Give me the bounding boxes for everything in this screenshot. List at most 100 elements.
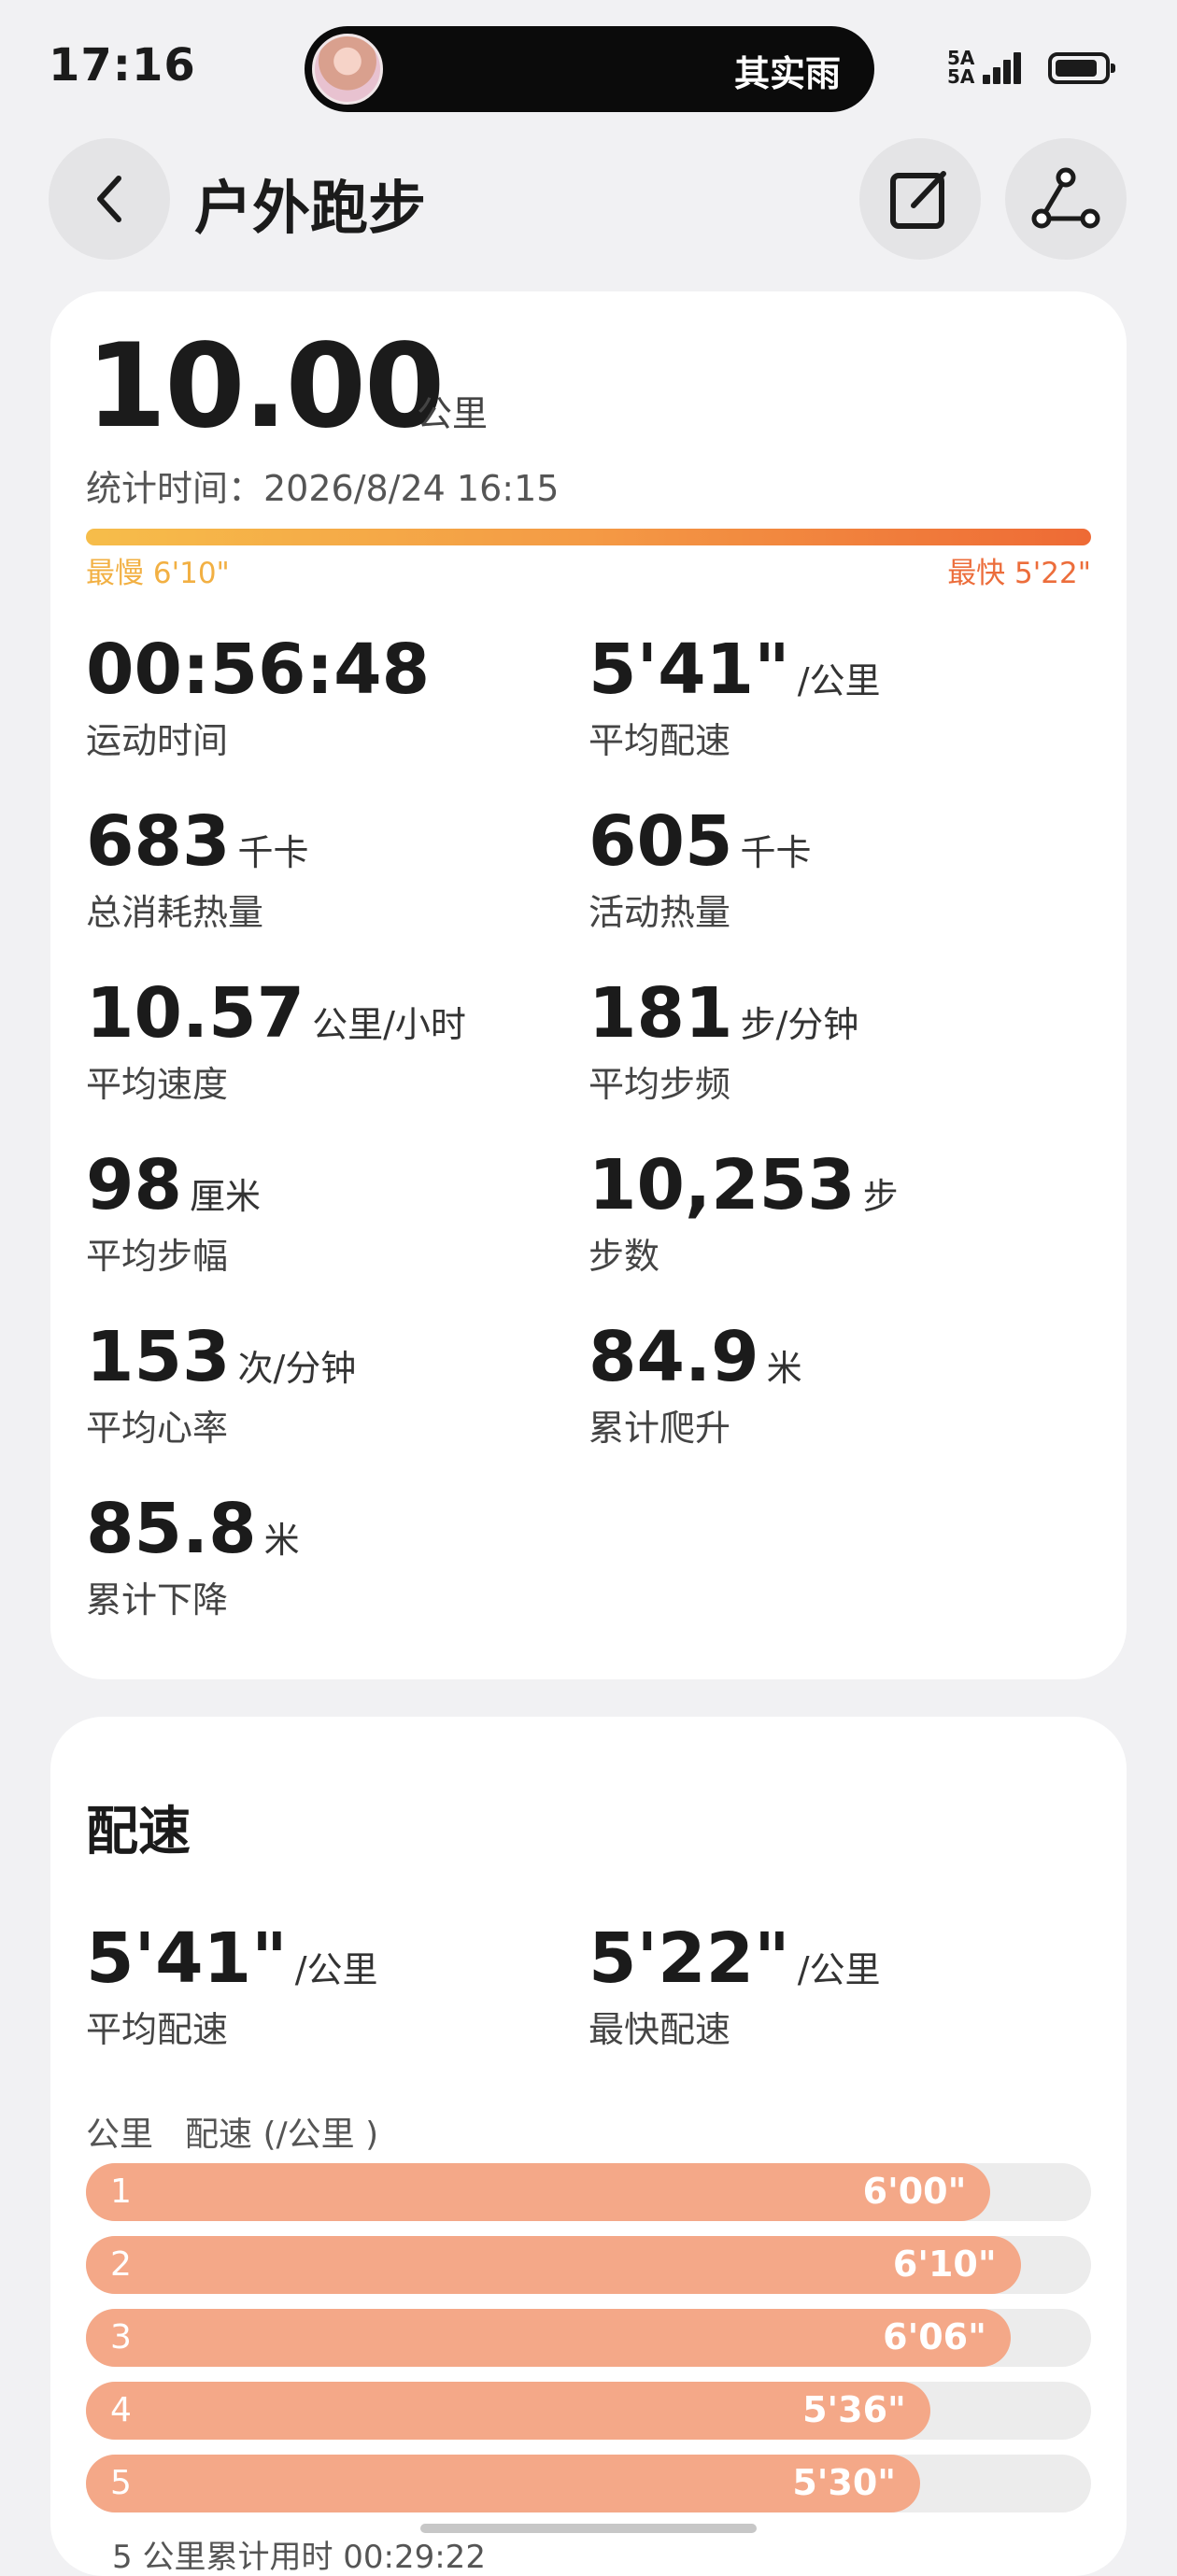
home-indicator	[420, 2524, 757, 2533]
route-button[interactable]	[1005, 138, 1127, 260]
split-row[interactable]: 1 6'00"	[86, 2163, 1091, 2221]
split-pace: 6'06"	[883, 2316, 986, 2357]
metric-label: 平均配速	[86, 2009, 229, 2050]
cumulative-time-note: 5 公里累计用时 00:29:22	[112, 2539, 486, 2576]
metric-unit: 步	[862, 1176, 899, 1217]
summary-card: 10.00 公里 统计时间：2026/8/24 16:15 最慢 6'10" 最…	[50, 291, 1127, 1679]
metric-value: 10,253	[588, 1145, 856, 1225]
metric-value: 5'41"	[86, 1918, 288, 1999]
fastest-pace-label: 最快 5'22"	[947, 557, 1091, 590]
metric-label: 运动时间	[86, 720, 229, 761]
split-pace: 5'36"	[802, 2389, 906, 2430]
split-row[interactable]: 2 6'10"	[86, 2236, 1091, 2294]
stat-time: 统计时间：2026/8/24 16:15	[86, 468, 560, 509]
status-bar: 17:16 其实雨 5A 5A	[0, 0, 1177, 131]
metric-avg-cadence: 181 步/分钟 平均步频	[588, 973, 858, 1107]
route-share-icon	[1031, 167, 1100, 229]
page-title: 户外跑步	[194, 174, 427, 242]
split-row[interactable]: 5 5'30"	[86, 2455, 1091, 2512]
metric-active-calories: 605 千卡 活动热量	[588, 801, 811, 935]
split-pace: 5'30"	[792, 2462, 897, 2503]
pace-card: 配速 5'41"/公里 平均配速 5'22"/公里 最快配速 公里 配速 (/公里…	[50, 1717, 1127, 2576]
split-km: 5	[110, 2464, 132, 2502]
split-fill-bar: 2 6'10"	[86, 2236, 1021, 2294]
split-fill-bar: 1 6'00"	[86, 2163, 991, 2221]
pace-section-title: 配速	[86, 1802, 191, 1862]
metric-value: 00:56:48	[86, 630, 431, 710]
metric-label: 平均速度	[86, 1064, 229, 1105]
metric-steps: 10,253 步 步数	[588, 1145, 899, 1279]
metric-label: 累计下降	[86, 1579, 229, 1621]
metric-duration: 00:56:48 运动时间	[86, 630, 437, 763]
pace-fastest: 5'22"/公里 最快配速	[588, 1918, 881, 2052]
signal-label-2: 5A	[947, 65, 975, 88]
metric-label: 步数	[588, 1236, 660, 1277]
metric-unit: 米	[263, 1520, 300, 1561]
metric-unit: 千卡	[237, 832, 309, 873]
split-km: 4	[110, 2391, 132, 2429]
metric-label: 累计爬升	[588, 1408, 731, 1449]
col-pace-header: 配速 (/公里 )	[185, 2116, 379, 2154]
split-pace: 6'10"	[892, 2243, 997, 2285]
metric-value: 153	[86, 1317, 231, 1397]
split-row[interactable]: 3 6'06"	[86, 2309, 1091, 2367]
metric-unit: /公里	[797, 1949, 881, 1990]
metric-label: 总消耗热量	[86, 892, 264, 933]
metric-label: 活动热量	[588, 892, 731, 933]
slowest-pace-label: 最慢 6'10"	[86, 557, 230, 590]
metric-avg-speed: 10.57 公里/小时 平均速度	[86, 973, 466, 1107]
metric-value: 5'22"	[588, 1918, 790, 1999]
metric-unit: 千卡	[740, 832, 812, 873]
split-row[interactable]: 4 5'36"	[86, 2382, 1091, 2440]
metric-value: 683	[86, 801, 231, 882]
pace-gradient-bar	[86, 529, 1091, 545]
edit-note-icon	[890, 171, 946, 229]
metric-value: 85.8	[86, 1489, 257, 1569]
split-fill-bar: 5 5'30"	[86, 2455, 921, 2512]
status-time: 17:16	[49, 39, 196, 92]
avatar	[312, 34, 383, 105]
distance-unit: 公里	[417, 393, 489, 434]
metric-unit: /公里	[797, 660, 881, 701]
metric-label: 平均步频	[588, 1064, 731, 1105]
metric-label: 平均配速	[588, 720, 731, 761]
metric-unit: 次/分钟	[237, 1348, 357, 1389]
metric-avg-pace: 5'41"/公里 平均配速	[588, 630, 881, 763]
split-pace: 6'00"	[862, 2171, 967, 2212]
metric-value: 98	[86, 1145, 182, 1225]
distance-value: 10.00	[86, 319, 445, 454]
metric-unit: 米	[766, 1348, 802, 1389]
metric-label: 最快配速	[588, 2009, 731, 2050]
chevron-left-icon	[97, 176, 121, 222]
metric-value: 84.9	[588, 1317, 759, 1397]
edit-button[interactable]	[859, 138, 981, 260]
island-text: 其实雨	[733, 53, 841, 94]
metric-value: 181	[588, 973, 733, 1054]
battery-icon	[1048, 52, 1115, 84]
metric-value: 10.57	[86, 973, 305, 1054]
metric-total-descent: 85.8 米 累计下降	[86, 1489, 300, 1622]
back-button[interactable]	[49, 138, 170, 260]
split-table-header: 公里 配速 (/公里 )	[86, 2107, 378, 2156]
col-km-header: 公里	[86, 2116, 154, 2154]
split-km: 2	[110, 2245, 132, 2284]
pace-avg: 5'41"/公里 平均配速	[86, 1918, 378, 2052]
signal-label-1: 5A	[947, 47, 975, 69]
split-fill-bar: 4 5'36"	[86, 2382, 930, 2440]
metric-unit: 步/分钟	[740, 1004, 859, 1045]
signal-bars-icon	[983, 52, 1024, 84]
metric-value: 605	[588, 801, 733, 882]
metric-label: 平均步幅	[86, 1236, 229, 1277]
metric-avg-heart-rate: 153 次/分钟 平均心率	[86, 1317, 356, 1451]
signal-icon: 5A 5A	[947, 49, 1028, 90]
metric-unit: /公里	[294, 1949, 378, 1990]
metric-unit: 公里/小时	[312, 1004, 466, 1045]
split-km: 3	[110, 2318, 132, 2357]
metric-total-ascent: 84.9 米 累计爬升	[588, 1317, 802, 1451]
metric-label: 平均心率	[86, 1408, 229, 1449]
metric-value: 5'41"	[588, 630, 790, 710]
metric-total-calories: 683 千卡 总消耗热量	[86, 801, 308, 935]
metric-unit: 厘米	[189, 1176, 261, 1217]
dynamic-island[interactable]: 其实雨	[305, 26, 874, 112]
metric-avg-stride: 98 厘米 平均步幅	[86, 1145, 261, 1279]
